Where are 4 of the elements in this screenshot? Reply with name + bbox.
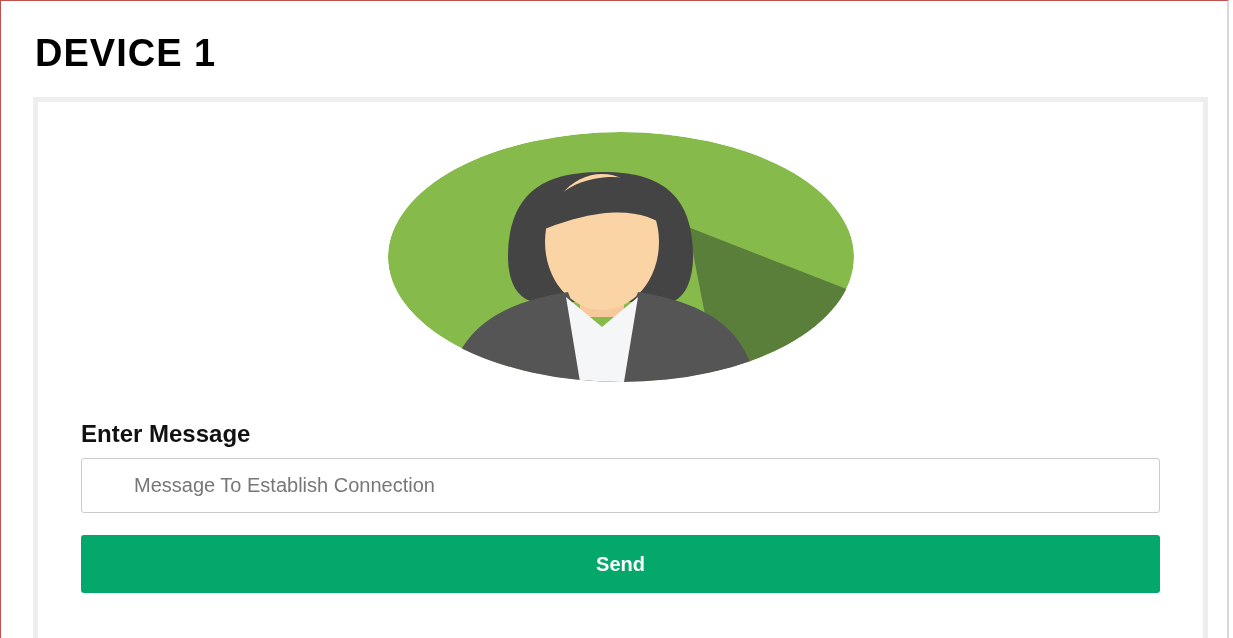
send-button[interactable]: Send [81, 535, 1160, 593]
message-input[interactable]: Message To Establish Connection [81, 458, 1160, 513]
page-title: DEVICE 1 [35, 31, 218, 75]
message-label: Enter Message [81, 420, 252, 448]
